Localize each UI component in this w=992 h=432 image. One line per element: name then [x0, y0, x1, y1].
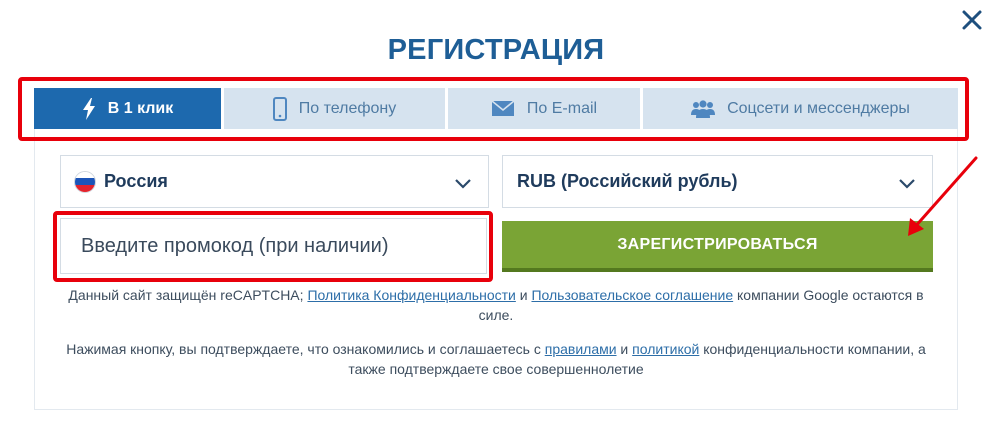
country-select[interactable]: Россия — [60, 155, 489, 208]
currency-select[interactable]: RUB (Российский рубль) — [502, 155, 933, 208]
tab-label: По E-mail — [526, 99, 598, 117]
tab-label: В 1 клик — [107, 99, 174, 117]
rules-link[interactable]: правилами — [545, 341, 617, 357]
privacy-policy-link[interactable]: Политика Конфиденциальности — [307, 287, 515, 303]
recaptcha-note: Данный сайт защищён reCAPTCHA; Политика … — [68, 287, 924, 323]
registration-tabs: В 1 клик По телефону По E-mail Соцсети и… — [34, 88, 958, 129]
tab-label: По телефону — [298, 99, 397, 117]
country-value: Россия — [104, 171, 168, 191]
register-button[interactable]: ЗАРЕГИСТРИРОВАТЬСЯ — [502, 221, 933, 272]
close-icon[interactable] — [958, 6, 986, 34]
terms-link[interactable]: Пользовательское соглашение — [531, 287, 733, 303]
tab-phone[interactable]: По телефону — [224, 88, 445, 129]
tab-email[interactable]: По E-mail — [448, 88, 640, 129]
chevron-down-icon — [454, 174, 472, 195]
lightning-icon — [82, 97, 96, 120]
privacy-link[interactable]: политикой — [632, 341, 699, 357]
currency-value: RUB (Российский рубль) — [517, 171, 738, 191]
page-title: РЕГИСТРАЦИЯ — [387, 34, 605, 66]
agreement-note: Нажимая кнопку, вы подтверждаете, что оз… — [66, 341, 926, 377]
tab-label: Соцсети и мессенджеры — [727, 99, 910, 117]
promo-code-input[interactable] — [60, 218, 487, 274]
envelope-icon — [491, 100, 515, 117]
tab-one-click[interactable]: В 1 клик — [34, 88, 221, 129]
users-icon — [691, 99, 716, 118]
tab-social[interactable]: Соцсети и мессенджеры — [643, 88, 958, 129]
russia-flag-icon — [74, 170, 96, 193]
chevron-down-icon — [898, 174, 916, 195]
phone-icon — [272, 96, 287, 121]
